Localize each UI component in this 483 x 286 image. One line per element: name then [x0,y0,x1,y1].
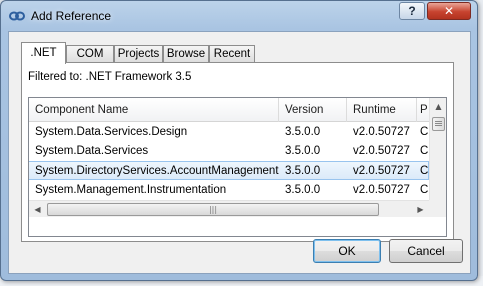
scroll-left-icon[interactable]: ◀ [29,201,46,218]
cell-runtime: v2.0.50727 [353,145,410,157]
ok-button[interactable]: OK [313,239,381,263]
table-row[interactable]: System.Management.Instrumentation 3.5.0.… [29,181,429,200]
cell-runtime: v2.0.50727 [353,165,410,177]
cell-version: 3.5.0.0 [285,165,321,177]
dialog-body: .NET COM Projects Browse Recent Filtered… [8,31,471,274]
vertical-scrollbar[interactable]: ▲ [429,98,446,200]
table-row-selected[interactable]: System.DirectoryServices.AccountManageme… [29,161,429,180]
cell-name: System.Management.Instrumentation [35,184,227,196]
cell-version: 3.5.0.0 [285,145,321,157]
column-component-name[interactable]: Component Name [29,98,279,122]
help-button[interactable]: ? [399,2,425,20]
table-row[interactable]: System.Data.Services 3.5.0.0 v2.0.50727 … [29,142,429,161]
tab-recent[interactable]: Recent [209,45,255,63]
cell-path: C [420,145,429,157]
scrollbar-corner [429,200,446,217]
window-title: Add Reference [31,9,112,23]
horizontal-scroll-thumb[interactable]: ||| [47,203,379,216]
cancel-button[interactable]: Cancel [389,239,463,263]
cell-runtime: v2.0.50727 [353,126,410,138]
tab-com[interactable]: COM [66,45,114,63]
scroll-up-icon[interactable]: ▲ [430,98,446,115]
cell-version: 3.5.0.0 [285,126,321,138]
cell-runtime: v2.0.50727 [353,184,410,196]
tab-projects[interactable]: Projects [114,45,163,63]
cell-name: System.Data.Services [35,145,149,157]
column-version[interactable]: Version [279,98,347,122]
table-row[interactable]: System.Data.Services.Design 3.5.0.0 v2.0… [29,123,429,142]
scroll-right-icon[interactable]: ▶ [412,201,429,218]
close-button[interactable]: ✕ [427,2,471,20]
component-list[interactable]: Component Name Version Runtime P System.… [28,97,447,237]
cell-name: System.DirectoryServices.AccountManageme… [35,165,279,177]
reference-icon [9,11,25,21]
list-header: Component Name Version Runtime P [29,98,446,122]
title-bar[interactable]: Add Reference ? ✕ [1,1,477,31]
cell-path: C [420,126,429,138]
column-runtime[interactable]: Runtime [347,98,417,122]
cell-path: C [420,184,429,196]
cell-name: System.Data.Services.Design [35,126,188,138]
add-reference-dialog: Add Reference ? ✕ .NET COM Projects Brow… [0,0,478,281]
cell-path: C [420,165,429,177]
vertical-scroll-thumb[interactable] [432,117,445,131]
filter-label: Filtered to: .NET Framework 3.5 [28,71,192,83]
horizontal-scrollbar[interactable]: ◀ ||| ▶ [29,200,429,217]
tab-dotnet[interactable]: .NET [21,42,66,64]
cell-version: 3.5.0.0 [285,184,321,196]
tab-panel-dotnet: Filtered to: .NET Framework 3.5 Componen… [21,62,454,242]
tab-browse[interactable]: Browse [163,45,209,63]
